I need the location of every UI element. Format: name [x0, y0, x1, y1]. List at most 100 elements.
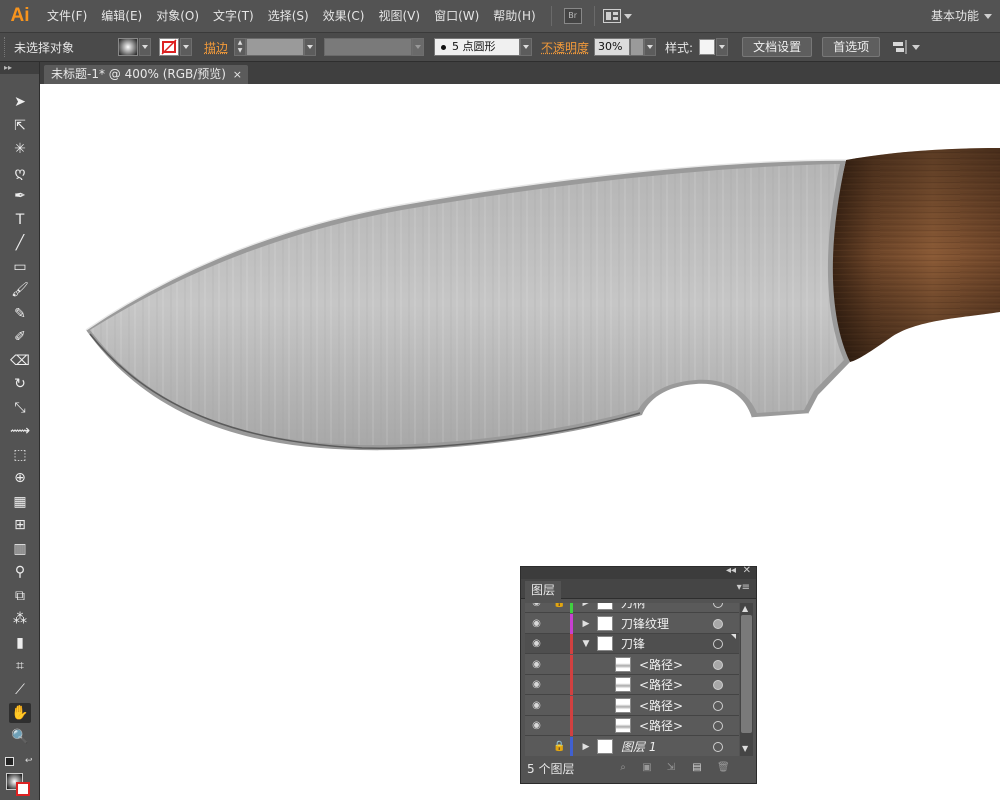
menu-item[interactable]: 对象(O)	[149, 0, 206, 32]
lock-icon[interactable]: 🔒	[553, 740, 565, 753]
tools-panel-header[interactable]: ▸▸	[0, 62, 39, 74]
menu-item[interactable]: 编辑(E)	[94, 0, 149, 32]
target-icon[interactable]	[713, 680, 723, 690]
document-setup-button[interactable]: 文档设置	[742, 37, 813, 57]
layer-row[interactable]: ◉ <路径>	[525, 716, 739, 736]
eye-icon[interactable]: ◉	[530, 658, 543, 671]
menu-item[interactable]: 帮助(H)	[486, 0, 542, 32]
menu-item[interactable]: 选择(S)	[261, 0, 316, 32]
expand-right-icon[interactable]: ▶	[581, 618, 591, 630]
eye-icon[interactable]: ◉	[530, 637, 543, 650]
workspace-switcher[interactable]: 基本功能	[931, 0, 992, 32]
target-icon[interactable]	[713, 603, 723, 608]
target-icon[interactable]	[713, 721, 723, 731]
variable-width-field[interactable]	[324, 38, 413, 56]
layer-row[interactable]: 🔒 ▶ 图层 1	[525, 736, 739, 756]
layers-scrollbar[interactable]: ▲ ▼	[740, 603, 753, 756]
chevron-down-icon[interactable]	[644, 38, 657, 56]
lasso-icon[interactable]: ღ	[9, 163, 31, 183]
pen-icon[interactable]: ✒	[9, 186, 31, 206]
zoom-icon[interactable]: 🔍	[9, 727, 31, 747]
eye-icon[interactable]: ◉	[530, 678, 543, 691]
opacity-control[interactable]: 30%	[594, 38, 657, 56]
target-icon[interactable]	[713, 639, 723, 649]
stroke-none-icon[interactable]	[16, 782, 30, 796]
layer-row[interactable]: ◉ 🔒 ▶ 刀柄	[525, 603, 739, 613]
collapse-panel-icon[interactable]: ◂◂	[726, 565, 736, 576]
column-graph-icon[interactable]: ▮	[9, 633, 31, 653]
hand-icon[interactable]: ✋	[9, 703, 31, 723]
menu-item[interactable]: 文字(T)	[206, 0, 261, 32]
close-tab-icon[interactable]: ×	[233, 65, 242, 84]
locate-object-icon[interactable]: ⌕	[617, 762, 629, 774]
lock-toggle[interactable]	[553, 719, 564, 732]
default-colors-icon[interactable]	[5, 757, 14, 766]
chevron-down-icon[interactable]	[304, 38, 317, 56]
slice-icon[interactable]: ⟋	[9, 680, 31, 700]
variable-width-profile[interactable]	[324, 38, 425, 56]
create-sublayer-icon[interactable]: ⇲	[665, 762, 677, 774]
rotate-icon[interactable]: ↻	[9, 374, 31, 394]
perspective-grid-icon[interactable]: ▦	[9, 492, 31, 512]
document-tab[interactable]: 未标题-1* @ 400% (RGB/预览) ×	[44, 65, 248, 84]
chevron-down-icon[interactable]	[716, 38, 729, 56]
opacity-label[interactable]: 不透明度	[541, 39, 589, 56]
line-segment-icon[interactable]: ╱	[9, 233, 31, 253]
menu-item[interactable]: 文件(F)	[40, 0, 94, 32]
tab-layers[interactable]: 图层	[525, 581, 562, 599]
make-clipping-mask-icon[interactable]: ▣	[641, 762, 653, 774]
layer-row[interactable]: ◉ <路径>	[525, 695, 739, 716]
eye-icon[interactable]: ◉	[530, 603, 543, 609]
layer-row[interactable]: ◉ <路径>	[525, 654, 739, 675]
control-bar-grip[interactable]	[4, 37, 8, 57]
eye-icon[interactable]: ◉	[530, 719, 543, 732]
layer-row[interactable]: ◉ ▼ 刀锋	[525, 634, 739, 654]
lock-toggle[interactable]	[553, 699, 564, 712]
eye-hidden-icon[interactable]	[530, 740, 543, 753]
magic-wand-icon[interactable]: ✳	[9, 139, 31, 159]
lock-toggle[interactable]	[553, 658, 564, 671]
eraser-icon[interactable]: ⌫	[9, 351, 31, 371]
bridge-button[interactable]: Br	[563, 8, 582, 24]
blend-icon[interactable]: ⧉	[9, 586, 31, 606]
graphic-style-picker[interactable]	[699, 38, 729, 56]
chevron-down-icon[interactable]	[139, 38, 151, 56]
mesh-icon[interactable]: ⊞	[9, 515, 31, 535]
align-options-button[interactable]	[892, 40, 921, 54]
panel-menu-icon[interactable]: ▾≡	[737, 582, 750, 593]
symbol-sprayer-icon[interactable]: ⁂	[9, 609, 31, 629]
gradient-icon[interactable]: ▥	[9, 539, 31, 559]
menu-item[interactable]: 窗口(W)	[427, 0, 486, 32]
type-icon[interactable]: T	[9, 210, 31, 230]
arrange-documents-button[interactable]	[602, 9, 632, 23]
pencil-icon[interactable]: ✎	[9, 304, 31, 324]
layer-row[interactable]: ◉ ▶ 刀锋纹理	[525, 613, 739, 634]
lock-toggle[interactable]	[553, 678, 564, 691]
expand-down-icon[interactable]: ▼	[581, 638, 591, 650]
menu-item[interactable]: 效果(C)	[316, 0, 372, 32]
opacity-slider-track[interactable]	[630, 38, 645, 56]
chevron-down-icon[interactable]	[412, 38, 425, 56]
chevron-down-icon[interactable]	[180, 38, 192, 56]
close-panel-icon[interactable]: ✕	[743, 565, 751, 576]
stroke-weight-stepper[interactable]: ▲ ▼	[234, 38, 317, 56]
eye-icon[interactable]: ◉	[530, 617, 543, 630]
blob-brush-icon[interactable]: ✐	[9, 327, 31, 347]
target-icon[interactable]	[713, 618, 723, 629]
stepper-arrows-icon[interactable]: ▲ ▼	[234, 38, 247, 56]
stroke-weight-field[interactable]	[246, 38, 305, 56]
artboard-icon[interactable]: ⌗	[9, 656, 31, 676]
target-icon[interactable]	[713, 700, 723, 711]
fill-swatch[interactable]	[118, 38, 151, 56]
stroke-swatch[interactable]	[159, 38, 192, 56]
selection-icon[interactable]: ➤	[9, 92, 31, 112]
lock-icon[interactable]: 🔒	[553, 603, 565, 609]
lock-toggle[interactable]	[553, 617, 564, 630]
delete-layer-icon[interactable]: 🗑	[717, 762, 730, 774]
scroll-down-icon[interactable]: ▼	[742, 744, 748, 753]
menu-item[interactable]: 视图(V)	[371, 0, 427, 32]
create-new-layer-icon[interactable]: ▤	[691, 762, 703, 774]
target-icon[interactable]	[713, 741, 723, 752]
chevron-down-icon[interactable]	[520, 38, 533, 56]
scroll-up-icon[interactable]: ▲	[742, 604, 748, 613]
